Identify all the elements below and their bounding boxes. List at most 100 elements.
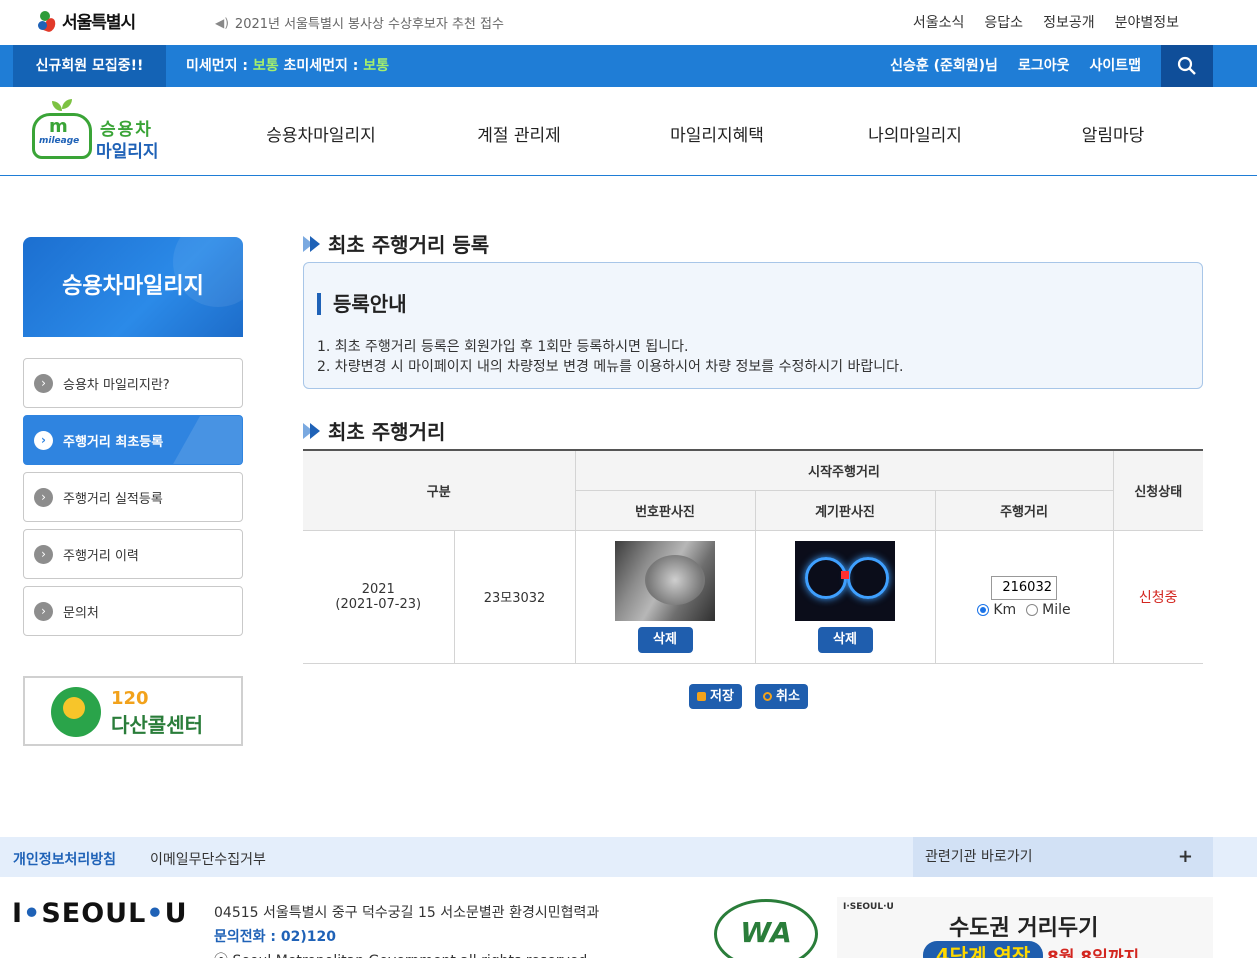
seoul-logo[interactable]: 서울특별시 — [36, 8, 136, 33]
unit-selector: Km Mile — [936, 602, 1113, 618]
related-sites-select[interactable]: 관련기관 바로가기 + — [913, 837, 1213, 877]
call-center-number: 120 — [111, 688, 149, 709]
side-item-about[interactable]: › 승용차 마일리지란? — [23, 358, 243, 408]
double-arrow-icon — [303, 422, 323, 439]
save-button[interactable]: 저장 — [689, 684, 742, 709]
side-item-label: 주행거리 실적등록 — [63, 491, 163, 507]
copyright-text: ⓒ Seoul Metropolitan Government all righ… — [214, 949, 599, 958]
main-nav: 승용차마일리지 계절 관리제 마일리지혜택 나의마일리지 알림마당 — [222, 121, 1212, 146]
side-item-first-register[interactable]: › 주행거리 최초등록 — [23, 415, 243, 465]
delete-gauge-photo-button[interactable]: 삭제 — [817, 626, 873, 653]
chevron-right-icon: › — [34, 430, 53, 450]
delete-plate-photo-button[interactable]: 삭제 — [637, 626, 693, 653]
header-status: 신청상태 — [1112, 449, 1203, 531]
footer-address: 04515 서울특별시 중구 덕수궁길 15 서소문별관 환경시민협력과 문의전… — [214, 901, 599, 958]
gauge-photo[interactable] — [795, 540, 895, 621]
nav-season[interactable]: 계절 관리제 — [420, 121, 618, 146]
dust-label: 미세먼지 : — [186, 58, 253, 74]
side-item-label: 주행거리 이력 — [63, 548, 139, 564]
guide-title: 등록안내 — [317, 293, 407, 315]
top-links: 서울소식 응답소 정보공개 분야별정보 — [913, 12, 1179, 32]
cancel-label: 취소 — [776, 689, 800, 704]
mileage-logo[interactable]: m mileage 승용차 마일리지 — [32, 99, 172, 163]
related-sites-label: 관련기관 바로가기 — [925, 849, 1033, 865]
sitemap-link[interactable]: 사이트맵 — [1089, 45, 1141, 87]
link-field-info[interactable]: 분야별정보 — [1115, 12, 1179, 32]
brand-c: U — [164, 898, 188, 929]
chevron-right-icon: › — [34, 544, 53, 564]
distance-table: 구분 시작주행거리 신청상태 번호판사진 계기판사진 주행거리 2021 (20… — [303, 449, 1203, 664]
cell-distance: Km Mile — [934, 529, 1114, 664]
km-radio[interactable] — [977, 603, 990, 616]
logout-link[interactable]: 로그아웃 — [1018, 45, 1070, 87]
wa-text: WA — [740, 916, 792, 949]
header-distance: 주행거리 — [934, 490, 1113, 531]
logo-m: m — [49, 116, 68, 137]
phone-text: 문의전화 : 02)120 — [214, 929, 336, 945]
logo-badge: mileage — [39, 136, 80, 146]
web-accessibility-mark[interactable]: WA — [714, 899, 818, 958]
logo-line2: 마일리지 — [96, 142, 159, 162]
seoul-logo-text: 서울특별시 — [62, 13, 136, 33]
notice-ticker[interactable]: ◀) 2021년 서울특별시 봉사상 수상후보자 추천 접수 — [215, 13, 504, 33]
banner-title: 수도권 거리두기 — [949, 916, 1099, 941]
mile-radio[interactable] — [1026, 603, 1039, 616]
header-category: 구분 — [303, 449, 576, 531]
footer-links: 개인정보처리방침 이메일무단수집거부 관련기관 바로가기 + — [0, 837, 1257, 877]
side-item-label: 문의처 — [63, 605, 99, 621]
cell-plate-photo: 삭제 — [574, 529, 756, 664]
privacy-policy-link[interactable]: 개인정보처리방침 — [13, 849, 116, 869]
call-center-banner[interactable]: 120 다산콜센터 — [23, 676, 243, 746]
cell-period: 2021 (2021-07-23) — [303, 529, 455, 664]
km-label[interactable]: Km — [993, 602, 1016, 618]
side-item-record-register[interactable]: › 주행거리 실적등록 — [23, 472, 243, 522]
search-icon — [1177, 56, 1196, 75]
dust-status: 미세먼지 : 보통 초미세먼지 : 보통 — [186, 45, 389, 87]
side-item-contact[interactable]: › 문의처 — [23, 586, 243, 636]
user-name[interactable]: 신승훈 (준회원)님 — [890, 45, 998, 87]
guide-lines: 1. 최초 주행거리 등록은 회원가입 후 1회만 등록하시면 됩니다. 2. … — [317, 337, 903, 377]
utility-bar: 신규회원 모집중!! 미세먼지 : 보통 초미세먼지 : 보통 신승훈 (준회원… — [0, 45, 1257, 87]
seoul-logo-icon — [36, 9, 58, 33]
guide-line: 2. 차량변경 시 마이페이지 내의 차량정보 변경 메뉴를 이용하시어 차량 … — [317, 359, 904, 375]
nav-mileage[interactable]: 승용차마일리지 — [222, 121, 420, 146]
search-button[interactable] — [1161, 45, 1213, 87]
notice-text[interactable]: 2021년 서울특별시 봉사상 수상후보자 추천 접수 — [235, 13, 504, 32]
call-center-icon — [51, 687, 101, 737]
side-title: 승용차마일리지 — [23, 237, 243, 337]
link-eungdapso[interactable]: 응답소 — [984, 12, 1023, 32]
ultra-dust-label: 초미세먼지 : — [278, 58, 364, 74]
brand-a: I — [12, 898, 24, 929]
nav-benefit[interactable]: 마일리지혜택 — [618, 121, 816, 146]
cell-status: 신청중 — [1112, 529, 1203, 664]
cell-car-number: 23모3032 — [453, 529, 576, 664]
side-item-label: 주행거리 최초등록 — [63, 434, 164, 450]
cancel-button[interactable]: 취소 — [755, 684, 808, 709]
cell-gauge-photo: 삭제 — [754, 529, 936, 664]
banner-brand: I·SEOUL·U — [843, 902, 894, 912]
cancel-icon — [763, 692, 772, 701]
user-links: 신승훈 (준회원)님 로그아웃 사이트맵 — [890, 45, 1141, 87]
mile-label[interactable]: Mile — [1042, 602, 1070, 618]
table-header-row: 구분 시작주행거리 신청상태 — [303, 449, 1203, 531]
plate-photo[interactable] — [615, 540, 715, 621]
guide-line: 1. 최초 주행거리 등록은 회원가입 후 1회만 등록하시면 됩니다. — [317, 339, 689, 355]
car-icon: m mileage — [32, 113, 92, 159]
speaker-icon: ◀) — [215, 15, 229, 30]
side-item-history[interactable]: › 주행거리 이력 — [23, 529, 243, 579]
banner-pill: 4단계 연장 — [923, 941, 1043, 958]
guide-box: 등록안내 1. 최초 주행거리 등록은 회원가입 후 1회만 등록하시면 됩니다… — [303, 262, 1203, 389]
section-title-distance: 최초 주행거리 — [303, 416, 445, 445]
link-seoul-news[interactable]: 서울소식 — [913, 12, 965, 32]
iseoulu-logo: I•SEOUL•U — [12, 898, 188, 929]
section-title-text: 최초 주행거리 등록 — [328, 233, 490, 257]
recruit-banner[interactable]: 신규회원 모집중!! — [13, 45, 166, 87]
distancing-banner[interactable]: I·SEOUL·U 수도권 거리두기 4단계 연장 8월 8일까지 — [837, 897, 1213, 958]
nav-notice[interactable]: 알림마당 — [1014, 121, 1212, 146]
brand-b: SEOUL — [41, 898, 147, 929]
chevron-right-icon: › — [34, 487, 53, 507]
distance-input[interactable] — [991, 575, 1057, 600]
email-refusal-link[interactable]: 이메일무단수집거부 — [150, 849, 266, 869]
nav-my-mileage[interactable]: 나의마일리지 — [816, 121, 1014, 146]
link-info-disclosure[interactable]: 정보공개 — [1043, 12, 1095, 32]
